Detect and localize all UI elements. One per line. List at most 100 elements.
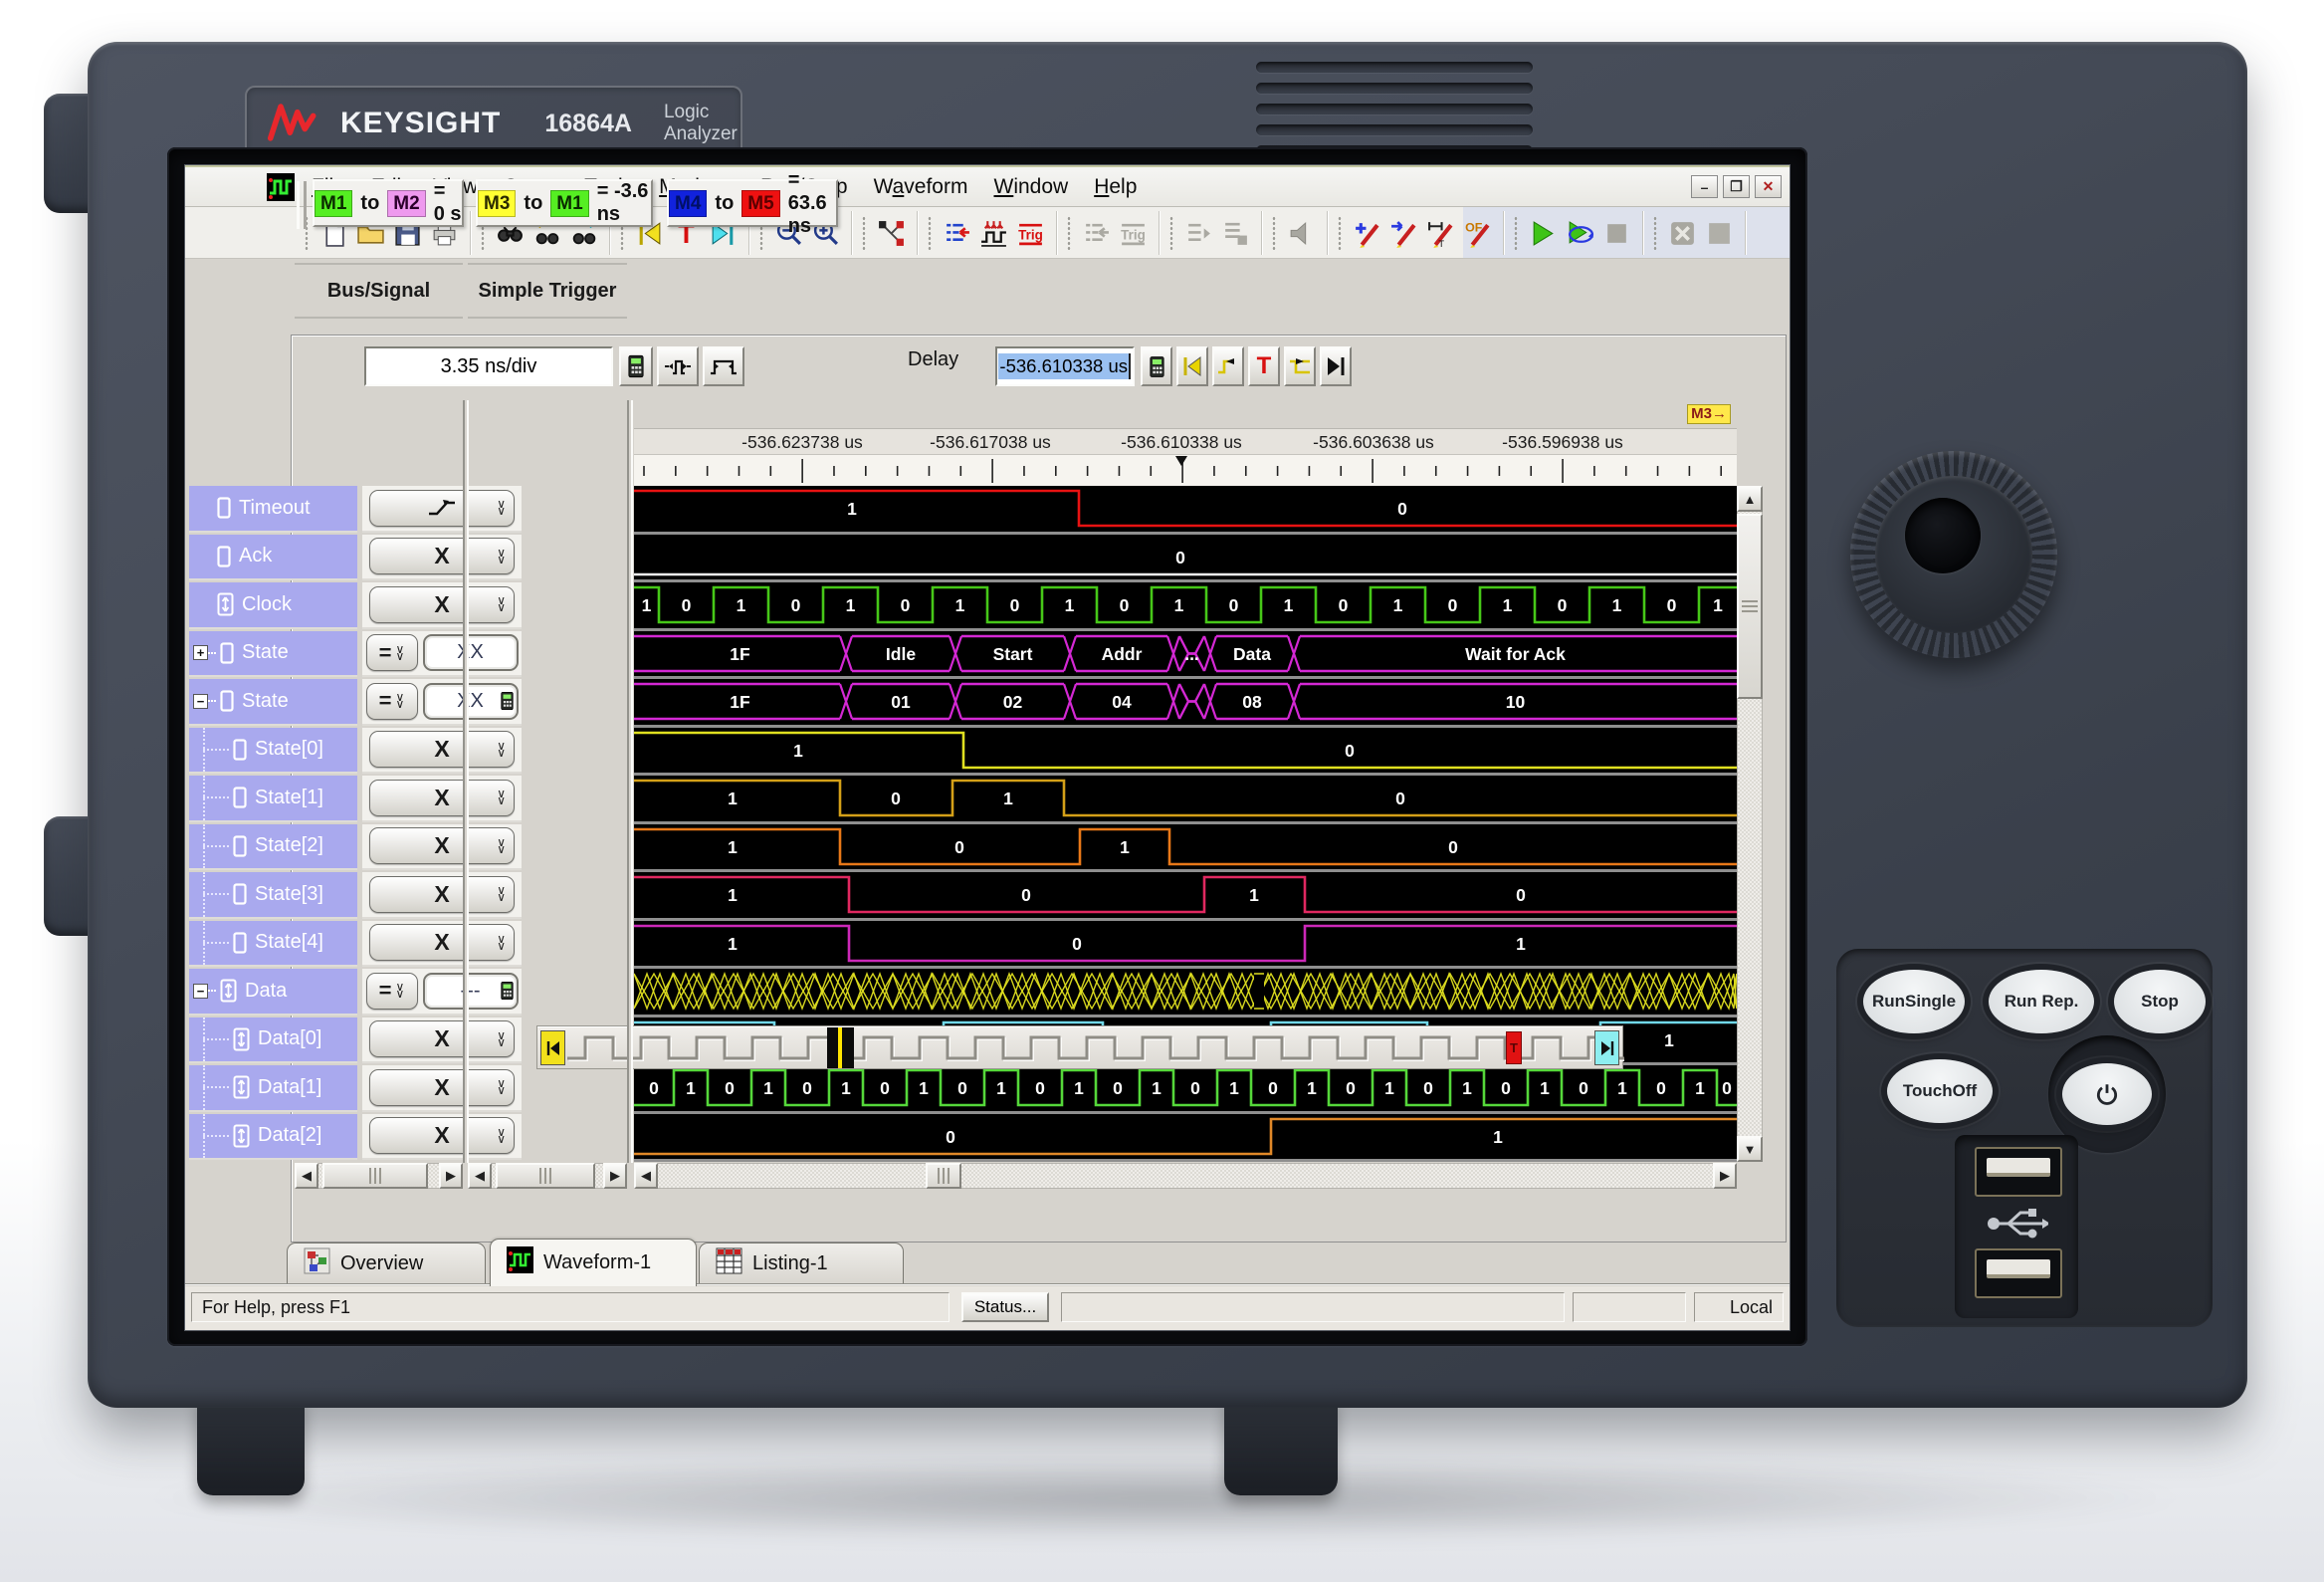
time-ruler[interactable] [634,454,1737,486]
wave-row-data1[interactable]: 01010101010101010101010101010 [634,1065,1737,1114]
go-to-start-button[interactable] [1176,346,1208,386]
trigger-dropdown[interactable]: X ∨ ∨ [369,1020,515,1058]
wave-row-state[interactable]: 1F Idle Start Addr... Data Wait for Ack [634,630,1737,679]
bus-col-scroll-left[interactable]: ◀ [295,1163,318,1189]
scale-input[interactable]: 3.35 ns/div [364,346,613,386]
signal-row-state0[interactable]: State[0] [189,727,357,774]
run-single-hard-button[interactable]: Run Single [1863,970,1965,1033]
signal-row-state4[interactable]: State[4] [189,920,357,967]
marker-measure-m3-m1[interactable]: M3 to M1 = -3.6 ns [476,179,653,227]
signal-row-timeout[interactable]: Timeout [189,486,357,533]
trigger-dropdown[interactable]: X ∨ ∨ [369,924,515,962]
signal-row-state[interactable]: − State [189,679,357,726]
nav-begin-button[interactable] [540,1030,565,1065]
run-toolbar-button[interactable] [1525,214,1562,252]
menu-waveform[interactable]: Waveform [861,175,981,199]
trigger-dropdown[interactable]: X ∨ ∨ [369,1117,515,1155]
nav-end-button[interactable] [1594,1030,1619,1065]
collapse-icon[interactable]: − [193,983,208,999]
keypad-icon[interactable] [500,980,514,1002]
marker-bar-grip[interactable] [297,181,307,229]
signal-row-state[interactable]: + State [189,630,357,677]
trigger-value-input[interactable]: XX [422,634,519,672]
wave-row-state[interactable]: 1F 01 02 04 08 10 [634,679,1737,728]
delay-input[interactable]: -536.610338 us [995,346,1135,386]
wave-row-clock[interactable]: 1 0 1 0 1 0 1 0 1 0 1 0 1 0 1 0 1 0 1 0 1 [634,582,1737,631]
wave-row-state4[interactable]: 1 0 1 [634,920,1737,969]
minimize-button[interactable]: – [1691,175,1718,198]
waveform-setup-toolbar-button[interactable] [975,214,1012,252]
trigger-dropdown[interactable]: X ∨ ∨ [369,827,515,865]
wave-scroll-right[interactable]: ▶ [1713,1163,1737,1189]
pencil-width-toolbar-button[interactable]: T [1422,214,1459,252]
stop-hard-button[interactable]: Stop [2114,970,2206,1033]
scale-keypad-button[interactable] [619,346,653,386]
menu-help[interactable]: Help [1081,175,1150,199]
column-divider-2[interactable] [627,400,633,1163]
column-divider-1[interactable] [463,400,469,1163]
pencil-plus-toolbar-button[interactable] [1349,214,1385,252]
view-position-marker[interactable] [827,1027,854,1068]
acquisition-overview-strip[interactable]: T [536,1025,1628,1069]
delay-keypad-button[interactable] [1141,346,1172,386]
trigger-value-input[interactable]: --- [422,972,519,1010]
bus-col-hthumb[interactable] [322,1163,428,1189]
signal-row-data[interactable]: − Data [189,969,357,1016]
close-button[interactable]: ✕ [1755,175,1782,198]
trigger-dropdown[interactable]: ∨ ∨ [369,489,515,527]
wave-row-data2[interactable]: 01 [634,1113,1737,1162]
scroll-up-button[interactable]: ▲ [1737,486,1763,512]
trigger-value-input[interactable]: XX [422,682,519,720]
signal-row-state2[interactable]: State[2] [189,823,357,870]
trigger-position-marker[interactable]: T [1506,1031,1522,1064]
wave-row-state0[interactable]: 10 [634,727,1737,776]
trigger-operator-dropdown[interactable]: = ∨ ∨ [365,972,418,1010]
wave-row-state1[interactable]: 1 0 1 0 [634,776,1737,824]
marker-measure-m4-m5[interactable]: M4 to M5 = 63.6 ns [667,169,838,237]
trigger-operator-dropdown[interactable]: = ∨ ∨ [365,682,418,720]
wave-row-ack[interactable]: 0 [634,534,1737,582]
signal-row-data0[interactable]: Data[0] [189,1017,357,1063]
status-button[interactable]: Status... [961,1292,1049,1322]
tab-waveform-1[interactable]: Waveform-1 [490,1239,697,1286]
zoom-in-scale-button[interactable] [657,346,699,386]
collapse-icon[interactable]: − [193,693,208,709]
waveform-hscrollbar[interactable] [634,1163,1737,1189]
pencil-goto-toolbar-button[interactable] [1385,214,1422,252]
setup-list-toolbar-button[interactable] [939,214,975,252]
node-tree-toolbar-button[interactable] [873,214,910,252]
go-to-trigger-button[interactable]: T [1248,346,1280,386]
wave-scroll-left[interactable]: ◀ [634,1163,658,1189]
trigger-dropdown[interactable]: X ∨ ∨ [369,779,515,816]
trig-col-scroll-right[interactable]: ▶ [603,1163,627,1189]
go-to-end-button[interactable] [1320,346,1352,386]
tab-overview[interactable]: Overview [287,1243,486,1284]
trigger-dropdown[interactable]: X ∨ ∨ [369,538,515,575]
wave-hthumb[interactable] [926,1163,961,1189]
marker-measure-m1-m2[interactable]: M1 to M2 = 0 s [313,179,464,227]
menu-window[interactable]: Window [980,175,1081,199]
trigger-operator-dropdown[interactable]: = ∨ ∨ [365,634,418,672]
restore-button[interactable]: ❐ [1723,175,1750,198]
prev-edge-button[interactable] [1212,346,1244,386]
wave-row-state2[interactable]: 1 0 1 0 [634,823,1737,872]
trigger-dropdown[interactable]: X ∨ ∨ [369,731,515,769]
vscroll-thumb[interactable] [1737,514,1763,699]
power-button[interactable] [2062,1063,2152,1125]
expand-icon[interactable]: + [193,645,208,661]
wave-row-state3[interactable]: 1 0 1 0 [634,872,1737,921]
signal-row-state3[interactable]: State[3] [189,872,357,919]
signal-row-ack[interactable]: Ack [189,534,357,580]
zoom-out-scale-button[interactable] [703,346,744,386]
run-repetitive-toolbar-button[interactable] [1562,214,1598,252]
keypad-icon[interactable] [500,690,514,712]
tab-listing-1[interactable]: Listing-1 [699,1243,904,1284]
bus-col-scroll-right[interactable]: ▶ [439,1163,463,1189]
trig-col-hthumb[interactable] [496,1163,595,1189]
trigger-dropdown[interactable]: X ∨ ∨ [369,1068,515,1106]
scroll-down-button[interactable]: ▼ [1737,1136,1763,1162]
trig-col-scroll-left[interactable]: ◀ [468,1163,492,1189]
trigger-dropdown[interactable]: X ∨ ∨ [369,585,515,623]
next-edge-button[interactable] [1284,346,1316,386]
signal-row-data1[interactable]: Data[1] [189,1065,357,1112]
